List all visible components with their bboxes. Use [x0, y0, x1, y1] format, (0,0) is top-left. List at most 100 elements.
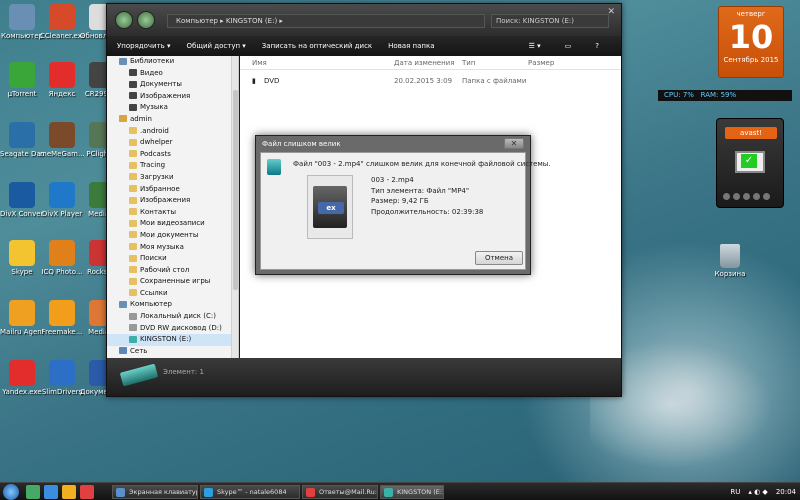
- nav-item[interactable]: Локальный диск (C:): [107, 311, 238, 323]
- calendar-month: Сентябрь 2015: [723, 56, 779, 64]
- pinned-app-icon[interactable]: [80, 485, 94, 499]
- desktop-icon[interactable]: Yandex.exe: [0, 360, 44, 396]
- nav-scrollbar[interactable]: [231, 56, 238, 358]
- pinned-app-icon[interactable]: [26, 485, 40, 499]
- nav-item[interactable]: Ссылки: [107, 288, 238, 300]
- calendar-gadget[interactable]: четверг 10 Сентябрь 2015: [718, 6, 784, 78]
- desktop-icon[interactable]: DivX Convert...: [0, 182, 44, 218]
- nav-item[interactable]: Загрузки: [107, 172, 238, 184]
- desktop-icon[interactable]: µTorrent: [0, 62, 44, 98]
- desktop-icon[interactable]: CCleaner.exe: [40, 4, 84, 40]
- address-bar[interactable]: Компьютер ▸ KINGSTON (E:) ▸: [167, 14, 485, 28]
- desktop-icon-label: Seagate Dashb...: [0, 150, 44, 158]
- language-indicator[interactable]: RU: [730, 485, 740, 499]
- close-icon[interactable]: ✕: [607, 7, 615, 17]
- nav-item[interactable]: Избранное: [107, 184, 238, 196]
- navigation-pane: Библиотеки Видео Документы Изображения Музык…: [107, 56, 239, 358]
- usb-drive-icon: [119, 363, 159, 387]
- search-input[interactable]: Поиск: KINGSTON (E:): [491, 14, 609, 28]
- app-icon: [116, 488, 125, 497]
- nav-item[interactable]: Мои видеозаписи: [107, 218, 238, 230]
- avast-gadget[interactable]: avast! ✓: [716, 118, 784, 208]
- nav-item-label: Изображения: [140, 91, 191, 100]
- dialog-message: Файл "003 - 2.mp4" слишком велик для кон…: [293, 160, 551, 168]
- recycle-bin-label: Корзина: [714, 270, 746, 278]
- desktop-icon[interactable]: SlimDrivers: [40, 360, 84, 396]
- desktop-icon[interactable]: Seagate Dashb...: [0, 122, 44, 158]
- taskbar-button[interactable]: Skype™ - natale6084: [200, 485, 300, 499]
- nav-item[interactable]: Компьютер: [107, 299, 238, 311]
- desktop-icon-label: Skype: [11, 268, 33, 276]
- desktop-icon[interactable]: Freemake...: [40, 300, 84, 336]
- taskbar-button[interactable]: Ответы@Mail.Ru: За...: [302, 485, 378, 499]
- nav-item[interactable]: Tracing: [107, 160, 238, 172]
- cancel-button[interactable]: Отмена: [475, 251, 523, 265]
- folder-icon: [129, 185, 137, 193]
- nav-item[interactable]: dwhelper: [107, 137, 238, 149]
- nav-item[interactable]: admin: [107, 114, 238, 126]
- nav-item[interactable]: DVD RW дисковод (D:): [107, 323, 238, 335]
- nav-item[interactable]: .android: [107, 126, 238, 138]
- nav-item[interactable]: Библиотеки: [107, 56, 238, 68]
- desktop-icon[interactable]: DivX Player: [40, 182, 84, 218]
- col-name[interactable]: Имя: [252, 59, 267, 67]
- nav-item-label: Мои видеозаписи: [140, 219, 205, 228]
- nav-item[interactable]: Сохраненные игры: [107, 276, 238, 288]
- help-icon[interactable]: ?: [595, 42, 599, 50]
- desktop-icon[interactable]: meMeGam...: [40, 122, 84, 158]
- nav-item[interactable]: Музыка: [107, 102, 238, 114]
- table-row[interactable]: ▮ DVD 20.02.2015 3:09 Папка с файлами: [240, 74, 621, 88]
- recycle-bin[interactable]: Корзина: [710, 244, 750, 278]
- nav-item[interactable]: Видео: [107, 68, 238, 80]
- desktop-icon[interactable]: Компьютер: [0, 4, 44, 40]
- app-icon: [49, 240, 75, 266]
- start-button[interactable]: [3, 484, 19, 500]
- desktop-icon-label: SlimDrivers: [41, 388, 83, 396]
- nav-item[interactable]: Рабочий стол: [107, 265, 238, 277]
- back-button[interactable]: [115, 11, 133, 29]
- folder-icon: [119, 347, 127, 355]
- taskbar-button[interactable]: KINGSTON (E:): [380, 485, 444, 499]
- pinned-app-icon[interactable]: [44, 485, 58, 499]
- preview-pane-icon[interactable]: ▭: [565, 42, 572, 50]
- nav-item[interactable]: Изображения: [107, 195, 238, 207]
- folder-icon: [129, 266, 137, 274]
- desktop-icon[interactable]: Яндекс: [40, 62, 84, 98]
- taskbar-button[interactable]: Экранная клавиатура: [112, 485, 198, 499]
- nav-item[interactable]: Документы: [107, 79, 238, 91]
- folder-icon: [129, 103, 137, 111]
- new-folder-button[interactable]: Новая папка: [388, 42, 434, 50]
- col-type[interactable]: Тип: [462, 59, 475, 67]
- nav-item[interactable]: Моя музыка: [107, 242, 238, 254]
- desktop-icon[interactable]: ICQ Photo...: [40, 240, 84, 276]
- share-button[interactable]: Общий доступ ▾: [187, 42, 246, 50]
- clock[interactable]: 20:04: [776, 485, 796, 499]
- organize-button[interactable]: Упорядочить ▾: [117, 42, 171, 50]
- nav-item-label: Загрузки: [140, 172, 174, 181]
- nav-item[interactable]: Podcasts: [107, 149, 238, 161]
- col-size[interactable]: Размер: [528, 59, 554, 67]
- folder-icon: [129, 127, 137, 135]
- nav-item[interactable]: Поиски: [107, 253, 238, 265]
- forward-button[interactable]: [137, 11, 155, 29]
- folder-icon: [119, 57, 127, 65]
- dialog-title: Файл слишком велик ✕: [256, 136, 530, 152]
- dialog-close-button[interactable]: ✕: [504, 138, 524, 149]
- nav-scroll-thumb[interactable]: [233, 90, 238, 290]
- file-name: DVD: [264, 77, 280, 85]
- check-icon: ✓: [741, 154, 757, 168]
- desktop-icon[interactable]: Skype: [0, 240, 44, 276]
- view-options-icon[interactable]: ☰ ▾: [529, 42, 541, 50]
- nav-item[interactable]: Сеть: [107, 346, 238, 358]
- cpu-meter-gadget[interactable]: CPU: 7% RAM: 59%: [658, 90, 792, 101]
- tray-icons[interactable]: ▴ ◐ ◆: [748, 485, 767, 499]
- nav-item[interactable]: KINGSTON (E:): [107, 334, 238, 346]
- nav-item[interactable]: Изображения: [107, 91, 238, 103]
- nav-item[interactable]: Контакты: [107, 207, 238, 219]
- nav-item[interactable]: Мои документы: [107, 230, 238, 242]
- desktop-icon[interactable]: Mailru Agent...: [0, 300, 44, 336]
- system-tray: RU ▴ ◐ ◆ 20:04: [730, 485, 796, 499]
- pinned-app-icon[interactable]: [62, 485, 76, 499]
- col-date[interactable]: Дата изменения: [394, 59, 454, 67]
- burn-button[interactable]: Записать на оптический диск: [262, 42, 372, 50]
